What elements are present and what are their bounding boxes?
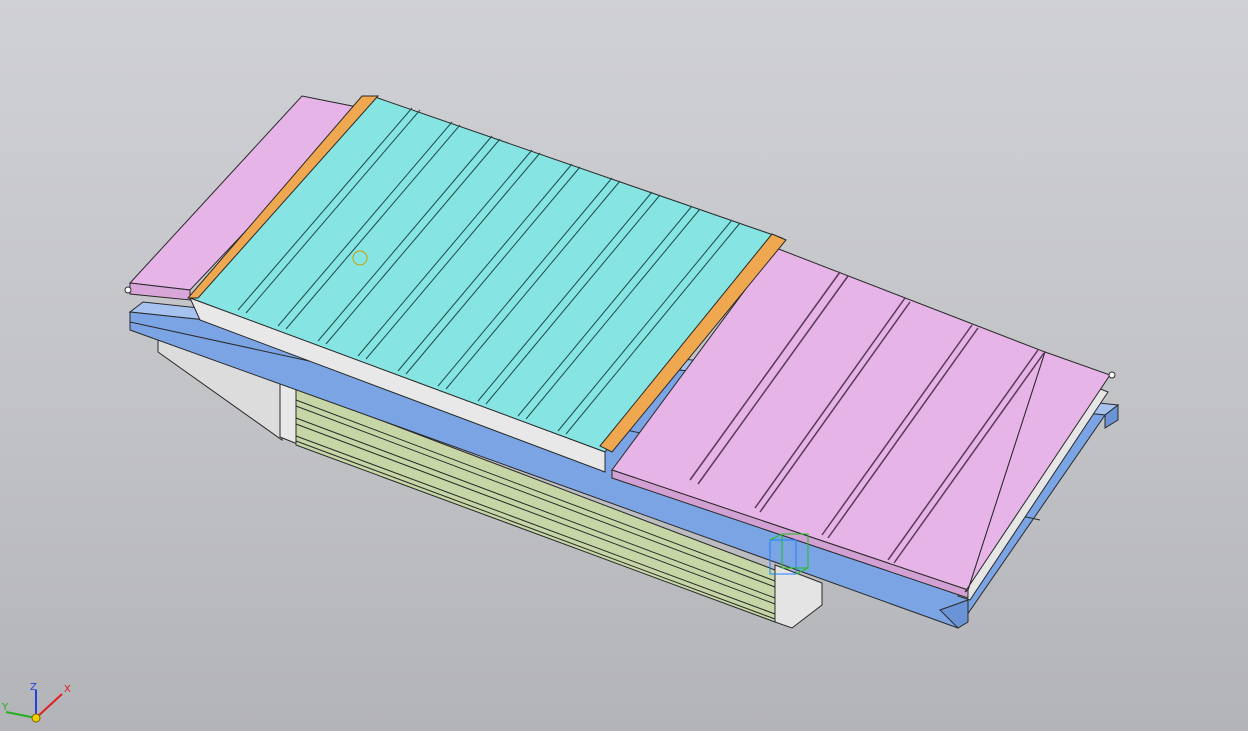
triad-origin bbox=[31, 713, 41, 723]
x-axis-line bbox=[35, 693, 63, 719]
z-axis-label: Z bbox=[30, 682, 37, 693]
x-axis-label: X bbox=[64, 684, 71, 695]
y-axis-label: Y bbox=[1, 702, 9, 713]
cad-3d-viewport[interactable]: Z X Y bbox=[0, 0, 1248, 731]
axis-triad: Z X Y bbox=[1, 682, 71, 723]
machine-table-assembly-model[interactable] bbox=[0, 0, 1248, 731]
y-axis-line bbox=[5, 711, 37, 719]
